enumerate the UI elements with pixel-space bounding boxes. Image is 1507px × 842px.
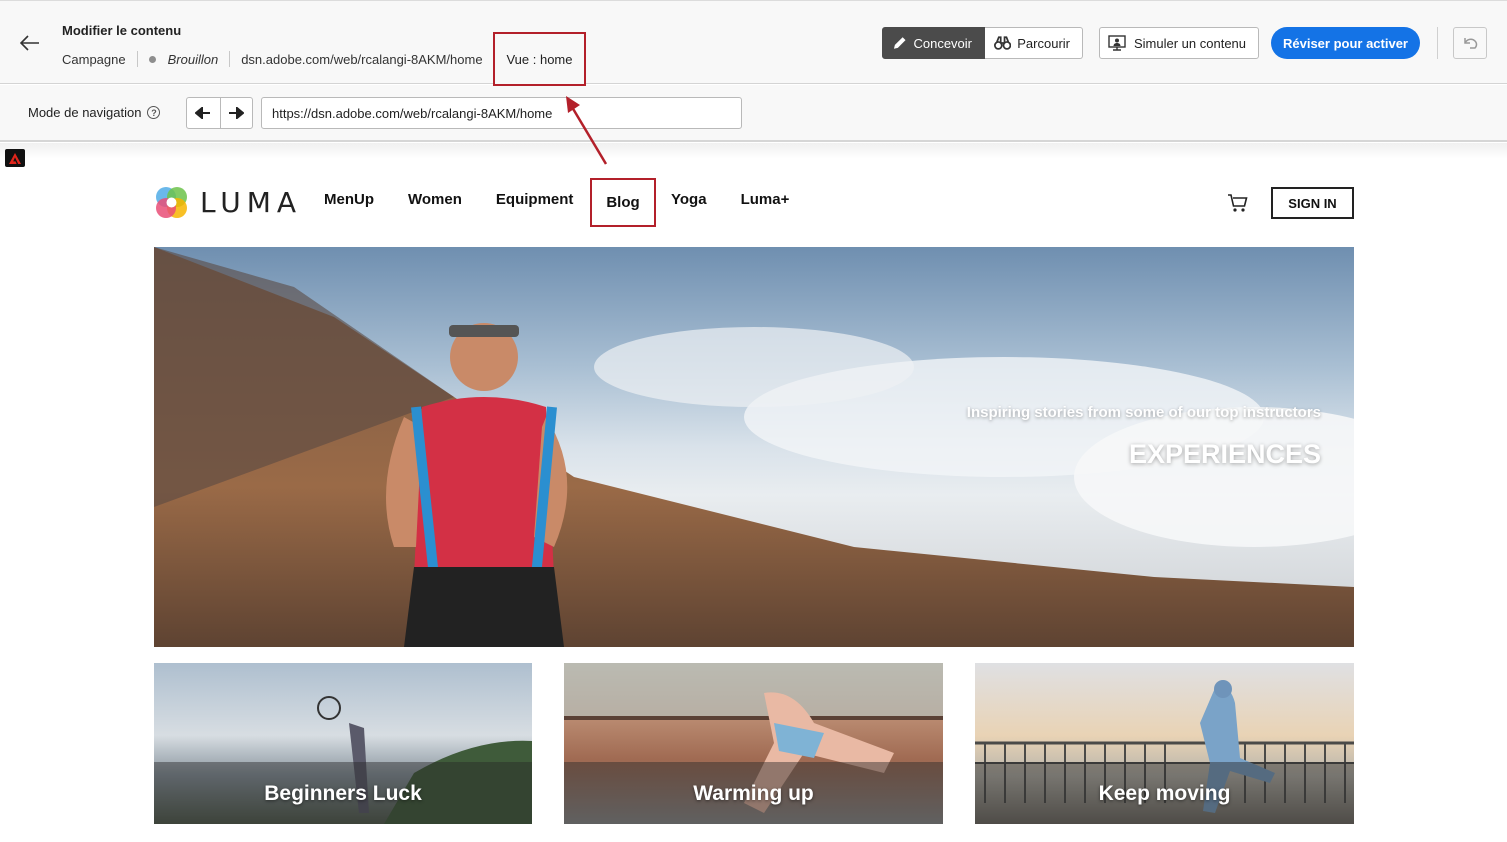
menu-item-menup[interactable]: MenUp: [324, 191, 374, 208]
luma-logo[interactable]: LUMA: [153, 184, 302, 221]
history-buttons: [186, 97, 253, 129]
card-title: Beginners Luck: [264, 782, 422, 805]
divider: [136, 51, 138, 67]
adobe-icon[interactable]: [5, 149, 25, 167]
app-header: Modifier le contenu Campagne Brouillon d…: [0, 0, 1507, 86]
site-preview: LUMA MenUp Women Equipment Blog Yoga Lum…: [0, 143, 1507, 842]
card-title: Warming up: [693, 782, 814, 805]
card-title: Keep moving: [1098, 782, 1231, 805]
campaign-meta: Campagne Brouillon dsn.adobe.com/web/rca…: [62, 50, 483, 68]
arrow-right-icon: [229, 107, 245, 119]
undo-icon: [1464, 38, 1478, 49]
help-icon[interactable]: ?: [147, 106, 161, 119]
menu-item-equipment[interactable]: Equipment: [496, 191, 574, 208]
blog-card-beginners-luck[interactable]: Beginners Luck: [154, 663, 532, 824]
menu-item-blog-label: Blog: [606, 194, 640, 211]
view-label-highlight: Vue : home: [493, 32, 586, 86]
divider: [1437, 27, 1438, 59]
hero-subtitle: Inspiring stories from some of our top i…: [966, 404, 1321, 421]
luma-mark-icon: [156, 187, 187, 218]
undo-button[interactable]: [1453, 27, 1487, 59]
simulate-icon: [1108, 35, 1126, 51]
site-menu: MenUp Women Equipment: [324, 191, 607, 208]
mode-switcher: Concevoir Parcourir: [882, 27, 1083, 59]
design-mode-label: Concevoir: [913, 35, 972, 51]
pencil-icon: [893, 37, 906, 49]
blog-card-warming-up[interactable]: Warming up: [564, 663, 943, 824]
back-arrow-icon: [20, 35, 39, 51]
review-to-activate-button[interactable]: Réviser pour activer: [1271, 27, 1420, 59]
browse-mode-button[interactable]: Parcourir: [985, 27, 1083, 59]
binoculars-icon: [994, 36, 1012, 50]
url-input[interactable]: [261, 97, 742, 129]
menu-item-blog[interactable]: Blog: [590, 178, 656, 227]
site-menu-right: Yoga Luma+: [671, 191, 823, 208]
hero-banner[interactable]: Inspiring stories from some of our top i…: [154, 247, 1354, 647]
navigate-forward-button[interactable]: [219, 98, 253, 128]
browse-mode-label: Parcourir: [1017, 35, 1070, 51]
page-title: Modifier le contenu: [62, 23, 182, 38]
navigation-mode: Mode de navigation ?: [28, 105, 161, 120]
hero-title: EXPERIENCES: [1128, 439, 1321, 469]
status-badge: Brouillon: [167, 51, 219, 67]
frame-shadow: [0, 143, 1507, 159]
luma-wordmark: LUMA: [200, 186, 303, 219]
menu-item-luma-plus[interactable]: Luma+: [741, 191, 790, 208]
back-button[interactable]: [14, 29, 46, 57]
menu-item-yoga[interactable]: Yoga: [671, 191, 707, 208]
status-dot: [148, 55, 156, 63]
view-label: Vue : home: [506, 51, 573, 67]
divider: [229, 51, 231, 67]
navigate-back-button[interactable]: [187, 98, 220, 128]
navigation-mode-label: Mode de navigation: [28, 105, 142, 120]
simulate-content-button[interactable]: Simuler un contenu: [1099, 27, 1259, 59]
campaign-url: dsn.adobe.com/web/rcalangi-8AKM/home: [241, 51, 483, 67]
cart-icon[interactable]: [1227, 193, 1249, 213]
simulate-content-label: Simuler un contenu: [1134, 35, 1247, 51]
blog-card-keep-moving[interactable]: Keep moving: [975, 663, 1354, 824]
campaign-label: Campagne: [62, 51, 126, 67]
arrow-left-icon: [195, 107, 211, 119]
navigation-bar: Mode de navigation ?: [0, 85, 1507, 142]
sign-in-button[interactable]: SIGN IN: [1271, 187, 1354, 219]
design-mode-button[interactable]: Concevoir: [882, 27, 985, 59]
menu-item-women[interactable]: Women: [408, 191, 462, 208]
